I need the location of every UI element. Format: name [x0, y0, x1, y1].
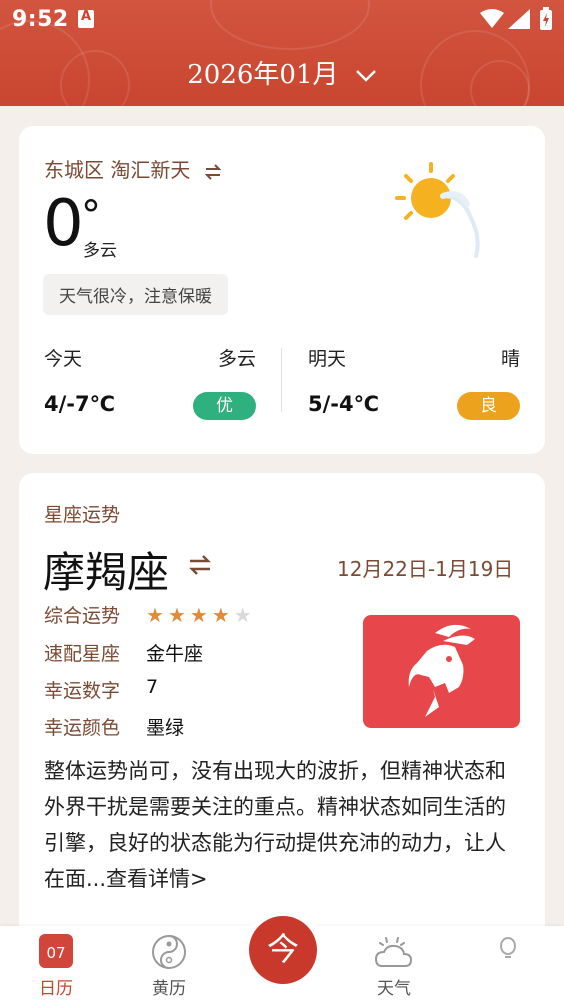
zodiac-sign-name[interactable]: 摩羯座: [43, 539, 169, 600]
tomorrow-aqi-badge: 良: [457, 392, 520, 420]
match-sign-value: 金牛座: [146, 643, 204, 665]
nav-huangli-label: 黄历: [152, 979, 186, 999]
star-icon: ★: [233, 603, 252, 627]
degree-symbol: °: [81, 193, 101, 239]
lucky-number-label: 幸运数字: [44, 680, 121, 702]
calendar-icon: 07: [39, 934, 73, 968]
star-icon: ★: [189, 603, 208, 627]
calendar-day: 07: [46, 944, 66, 962]
goat-icon: [408, 624, 475, 717]
section-title: 星座运势: [44, 504, 121, 526]
horoscope-card[interactable]: 星座运势 摩羯座 12月22日-1月19日 综合运势 ★ ★ ★ ★ ★ 速配星座 金牛…: [19, 473, 545, 943]
lucky-number-value: 7: [146, 676, 159, 698]
status-bar: 9:52: [0, 0, 564, 40]
nav-calendar[interactable]: 07 日历: [11, 926, 101, 1004]
tomorrow-label: 明天: [308, 348, 347, 370]
star-icon: ★: [211, 603, 230, 627]
swap-icon: [204, 163, 221, 180]
header: 9:52 2026年01月: [0, 0, 564, 106]
month-label: 2026年01月: [187, 60, 339, 90]
nav-huangli[interactable]: 黄历: [124, 926, 214, 1004]
today-temperature-range: 4/-7℃: [44, 392, 116, 416]
bulb-icon: [500, 937, 516, 958]
weather-tip: 天气很冷，注意保暖: [43, 274, 228, 315]
horoscope-description[interactable]: 整体运势尚可，没有出现大的波折，但精神状态和外界干扰是需要关注的重点。精神状态如…: [44, 753, 524, 897]
signal-icon: [508, 9, 530, 29]
status-time: 9:52: [12, 7, 69, 32]
location-label: 东城区 淘汇新天: [44, 158, 191, 182]
divider: [281, 348, 282, 412]
lucky-color-value: 墨绿: [146, 717, 185, 739]
nav-weather-label: 天气: [377, 979, 411, 999]
today-button[interactable]: 今: [249, 916, 317, 984]
battery-icon: [540, 7, 552, 30]
tomorrow-condition: 晴: [500, 348, 520, 370]
today-condition: 多云: [217, 348, 256, 370]
cloud-weather-icon: [374, 937, 413, 967]
weather-card[interactable]: 东城区 淘汇新天 0 ° 多云 天气很冷，注意保暖 今天 多云 明天 晴 4/-…: [19, 126, 545, 454]
current-temperature: 0: [43, 187, 84, 261]
today-aqi-badge: 优: [193, 392, 256, 420]
nav-calendar-label: 日历: [39, 979, 73, 999]
notification-app-icon: [78, 9, 94, 28]
star-icon: ★: [167, 603, 186, 627]
today-label: 今天: [44, 348, 83, 370]
sign-date-range: 12月22日-1月19日: [337, 557, 514, 581]
overall-luck-stars: ★ ★ ★ ★ ★: [146, 603, 256, 627]
nav-other[interactable]: [462, 926, 552, 1004]
wifi-icon: [480, 9, 504, 28]
swap-sign-icon[interactable]: [189, 555, 211, 575]
location-selector[interactable]: 东城区 淘汇新天: [44, 154, 221, 183]
partly-cloudy-icon: [395, 162, 480, 258]
chevron-down-icon: [355, 70, 376, 82]
overall-luck-label: 综合运势: [44, 605, 121, 627]
current-condition: 多云: [83, 241, 117, 261]
match-sign-label: 速配星座: [44, 643, 121, 665]
lucky-color-label: 幸运颜色: [44, 717, 121, 739]
star-icon: ★: [146, 603, 164, 627]
tomorrow-temperature-range: 5/-4℃: [308, 392, 380, 416]
capricorn-goat-image: [363, 615, 520, 728]
yin-yang-icon: [152, 935, 186, 969]
nav-weather[interactable]: 天气: [349, 926, 439, 1004]
month-selector[interactable]: 2026年01月: [0, 54, 564, 91]
